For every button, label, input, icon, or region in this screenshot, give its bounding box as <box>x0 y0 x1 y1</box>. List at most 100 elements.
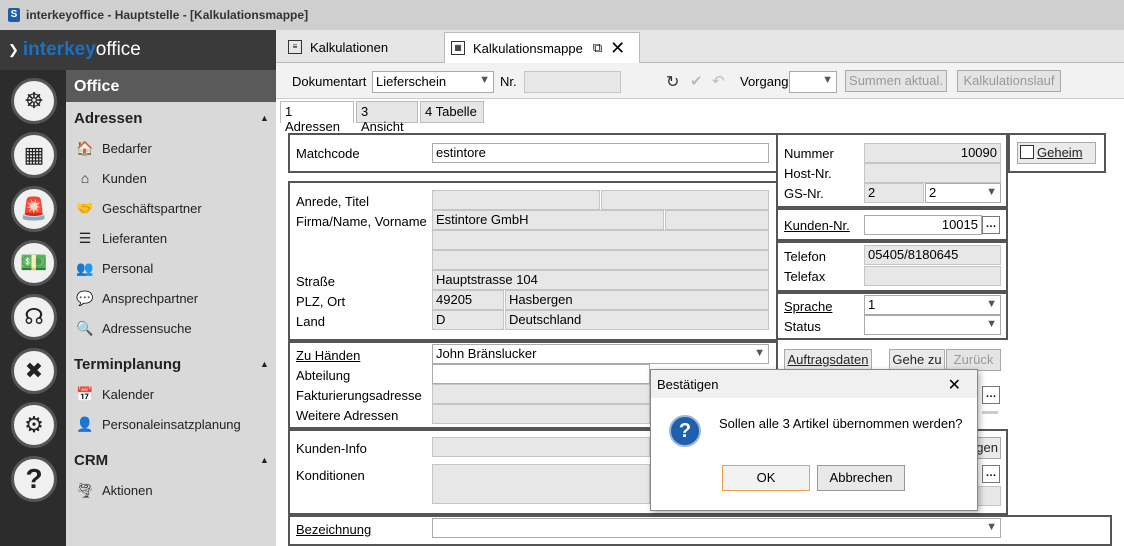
tab-kalkulationen[interactable]: ≡ Kalkulationen <box>278 32 442 62</box>
strasse-label: Straße <box>296 274 336 289</box>
sidebar-item-geschaeftspartner[interactable]: 🤝 Geschäftspartner <box>74 198 201 218</box>
chevron-right-icon: ❯ <box>8 42 19 57</box>
help-icon[interactable]: ? <box>11 456 57 502</box>
sidebar-item-aktionen[interactable]: 🌪 Aktionen <box>74 480 152 500</box>
sidebar-item-ansprechpartner[interactable]: 💬 Ansprechpartner <box>74 288 198 308</box>
fakturierungsadresse-field[interactable] <box>432 384 650 404</box>
handshake-icon: 🤝 <box>76 199 94 216</box>
zurueck-button[interactable]: Zurück <box>946 349 1001 371</box>
alarm-icon[interactable]: 🚨 <box>11 186 57 232</box>
telefon-label: Telefon <box>784 249 826 264</box>
sidebar-item-personal[interactable]: 👥 Personal <box>74 258 153 278</box>
kunden-info-field[interactable] <box>432 437 650 457</box>
zuhaenden-select[interactable]: John Bränslucker ▼ <box>432 344 769 364</box>
fakturierungsadresse-label: Fakturierungsadresse <box>296 388 422 403</box>
host-nr-field[interactable] <box>864 163 1001 183</box>
ship-wheel-icon[interactable]: ☸ <box>11 78 57 124</box>
auftragsdaten-button[interactable]: Auftragsdaten <box>784 349 872 371</box>
popout-icon[interactable]: ⧉ <box>593 40 602 56</box>
geheim-checkbox[interactable]: Geheim <box>1017 142 1096 164</box>
vorname-field[interactable] <box>665 210 769 230</box>
collapse-icon[interactable]: ▲ <box>260 455 269 465</box>
kalkulationslauf-button[interactable]: Kalkulationslauf <box>957 70 1061 92</box>
gs-nr-select[interactable]: 2 ▼ <box>925 183 1001 203</box>
person-calendar-icon: 👤 <box>76 415 94 432</box>
firma-field[interactable]: Estintore GmbH <box>432 210 664 230</box>
calculator-icon: ▦ <box>451 41 465 55</box>
checkbox-icon <box>1020 145 1034 159</box>
subtab-adressen[interactable]: 1 Adressen <box>280 101 354 134</box>
subtab-ansicht[interactable]: 3 Ansicht <box>356 101 418 134</box>
kunden-nr-field[interactable]: 10015 <box>864 215 982 235</box>
ellipsis-button[interactable]: … <box>982 216 1000 234</box>
sidebar-item-personaleinsatzplanung[interactable]: 👤 Personaleinsatzplanung <box>74 414 241 434</box>
tab-kalkulationsmappe[interactable]: ▦ Kalkulationsmappe ⧉ ✕ <box>444 32 640 63</box>
host-nr-label: Host-Nr. <box>784 166 832 181</box>
abbrechen-button[interactable]: Abbrechen <box>817 465 905 491</box>
collapse-icon[interactable]: ▲ <box>260 359 269 369</box>
app-logo-icon: S <box>8 8 20 22</box>
money-icon[interactable]: 💵 <box>11 240 57 286</box>
dokumentart-select[interactable]: Lieferschein ▼ <box>372 71 494 93</box>
konditionen-field[interactable] <box>432 464 650 504</box>
nummer-field[interactable]: 10090 <box>864 143 1001 163</box>
matchcode-input[interactable]: estintore <box>432 143 769 163</box>
undo-icon[interactable]: ↶ <box>712 72 725 90</box>
sidebar-section-office[interactable]: Office <box>66 70 276 102</box>
speech-bubble-icon: 💬 <box>76 289 94 306</box>
kunden-info-label: Kunden-Info <box>296 441 367 456</box>
refresh-icon[interactable]: ↻ <box>666 72 679 92</box>
ok-button[interactable]: OK <box>722 465 810 491</box>
anrede-label: Anrede, Titel <box>296 194 369 209</box>
confirm-dialog: Bestätigen ✕ ? Sollen alle 3 Artikel übe… <box>650 369 978 511</box>
gears-icon[interactable]: ⚙ <box>11 402 57 448</box>
strasse-field[interactable]: Hauptstrasse 104 <box>432 270 769 290</box>
plz-label: PLZ, Ort <box>296 294 346 309</box>
vorgang-select[interactable]: ▼ <box>789 71 837 93</box>
headset-icon[interactable]: ☊ <box>11 294 57 340</box>
firma2-field[interactable] <box>432 230 769 250</box>
gs-nr-field[interactable]: 2 <box>864 183 924 203</box>
sidebar-item-adressensuche[interactable]: 🔍 Adressensuche <box>74 318 191 338</box>
telefon-field[interactable]: 05405/8180645 <box>864 245 1001 265</box>
plz-field[interactable]: 49205 <box>432 290 504 310</box>
telefax-field[interactable] <box>864 266 1001 286</box>
tools-icon[interactable]: ✖ <box>11 348 57 394</box>
sidebar-section-adressen[interactable]: Adressen ▲ <box>74 110 269 127</box>
dashboard-icon[interactable]: ▦ <box>11 132 57 178</box>
nr-field[interactable] <box>524 71 621 93</box>
weitere-adressen-label: Weitere Adressen <box>296 408 399 423</box>
sidebar-section-crm[interactable]: CRM ▲ <box>74 452 269 469</box>
sprache-select[interactable]: 1 ▼ <box>864 295 1001 315</box>
minus-icon[interactable] <box>982 411 998 414</box>
check-icon[interactable]: ✔ <box>690 72 703 90</box>
window-title: interkeyoffice - Hauptstelle - [Kalkulat… <box>26 8 309 22</box>
supplier-icon: ☰ <box>78 229 92 246</box>
sidebar-item-kunden[interactable]: ⌂ Kunden <box>74 168 147 188</box>
collapse-icon[interactable]: ▲ <box>260 113 269 123</box>
land-field[interactable]: Deutschland <box>505 310 769 330</box>
sidebar-item-bedarfer[interactable]: 🏠 Bedarfer <box>74 138 152 158</box>
abteilung-field[interactable] <box>432 364 650 384</box>
titel-field[interactable] <box>601 190 769 210</box>
summen-aktual-button[interactable]: Summen aktual. <box>845 70 947 92</box>
gehe-zu-button[interactable]: Gehe zu <box>889 349 945 371</box>
anrede-field[interactable] <box>432 190 600 210</box>
close-icon[interactable]: ✕ <box>948 375 961 395</box>
document-list-icon: ≡ <box>288 40 302 54</box>
sidebar-item-kalender[interactable]: 📅 Kalender <box>74 384 154 404</box>
bezeichnung-select[interactable]: ▼ <box>432 518 1001 538</box>
dialog-message: Sollen alle 3 Artikel übernommen werden? <box>719 416 963 431</box>
subtab-tabelle[interactable]: 4 Tabelle <box>420 101 484 123</box>
land-label: Land <box>296 314 325 329</box>
weitere-adressen-field[interactable] <box>432 404 650 424</box>
sidebar-section-terminplanung[interactable]: Terminplanung ▲ <box>74 356 269 373</box>
ellipsis-button[interactable]: … <box>982 386 1000 404</box>
firma3-field[interactable] <box>432 250 769 270</box>
ort-field[interactable]: Hasbergen <box>505 290 769 310</box>
status-select[interactable]: ▼ <box>864 315 1001 335</box>
land-code-field[interactable]: D <box>432 310 504 330</box>
sidebar-item-lieferanten[interactable]: ☰ Lieferanten <box>74 228 167 248</box>
ellipsis-button[interactable]: … <box>982 465 1000 483</box>
close-icon[interactable]: ✕ <box>610 38 625 59</box>
